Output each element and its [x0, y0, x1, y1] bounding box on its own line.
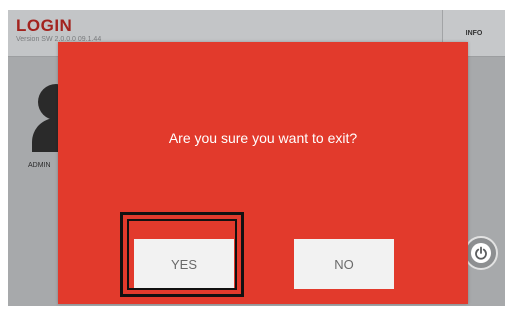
exit-confirm-dialog: Are you sure you want to exit? YES NO: [58, 42, 468, 304]
device-screen: LOGIN Version SW 2.0.0.0 09.1.44 INFO AD…: [8, 10, 505, 306]
no-button[interactable]: NO: [294, 239, 394, 289]
power-icon: [471, 243, 491, 263]
power-button[interactable]: [464, 236, 498, 270]
yes-button[interactable]: YES: [134, 239, 234, 289]
page-title: LOGIN: [16, 16, 73, 35]
user-label: ADMIN: [28, 162, 51, 169]
dialog-message: Are you sure you want to exit?: [168, 130, 358, 146]
